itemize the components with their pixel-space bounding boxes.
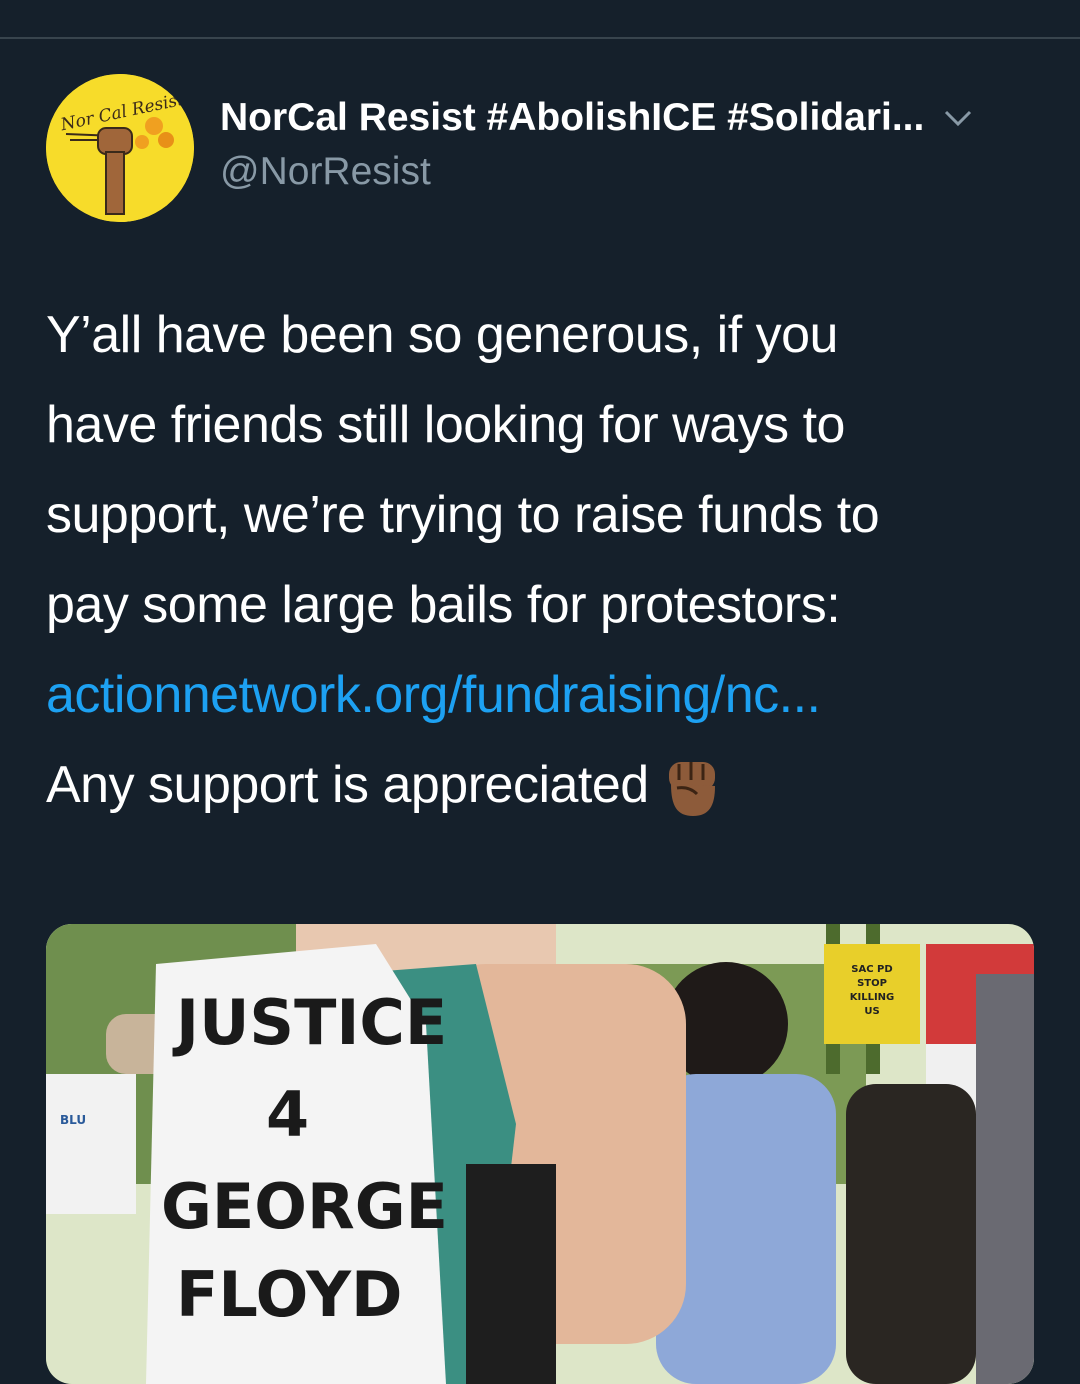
avatar[interactable]: Nor Cal Resist xyxy=(46,74,194,222)
placard-text-line: KILLING xyxy=(850,992,895,1003)
shirt-sign-text-line: 4 xyxy=(266,1078,309,1151)
shirt-sign-text-line: GEORGE xyxy=(161,1170,448,1243)
tweet-media-image[interactable]: SAC PD STOP KILLING US BLU JUSTICE 4 GEO… xyxy=(46,924,1034,1384)
placard-text-line: SAC PD xyxy=(851,964,892,975)
author-handle[interactable]: @NorResist xyxy=(220,150,1040,194)
chevron-down-icon[interactable] xyxy=(942,102,974,134)
tweet-link[interactable]: actionnetwork.org/fundraising/nc... xyxy=(46,650,1036,740)
tweet-text-line: have friends still looking for ways to xyxy=(46,396,845,454)
avatar-logo-icon: Nor Cal Resist xyxy=(46,74,194,222)
tweet-closing-text: Any support is appreciated xyxy=(46,756,649,814)
left-sign-text: BLU xyxy=(60,1113,86,1127)
raised-fist-icon xyxy=(663,756,721,820)
tweet-text: Y’all have been so generous, if you have… xyxy=(46,290,1036,830)
tweet-text-line: pay some large bails for protestors: xyxy=(46,576,841,634)
tweet-text-line: support, we’re trying to raise funds to xyxy=(46,486,880,544)
tweet[interactable]: Nor Cal Resist NorCal Resist #AbolishICE… xyxy=(0,0,1080,1384)
tweet-text-line: Y’all have been so generous, if you xyxy=(46,306,838,364)
tweet-closing-line: Any support is appreciated xyxy=(46,740,1036,830)
shirt-sign-text-line: JUSTICE xyxy=(172,986,447,1059)
placard-text-line: STOP xyxy=(857,978,887,989)
placard-text-line: US xyxy=(864,1006,879,1017)
protest-photo: SAC PD STOP KILLING US BLU JUSTICE 4 GEO… xyxy=(46,924,1034,1384)
tweet-author: NorCal Resist #AbolishICE #Solidari... @… xyxy=(220,96,1040,194)
shirt-sign-text-line: FLOYD xyxy=(176,1258,403,1331)
author-display-name[interactable]: NorCal Resist #AbolishICE #Solidari... xyxy=(220,96,924,140)
